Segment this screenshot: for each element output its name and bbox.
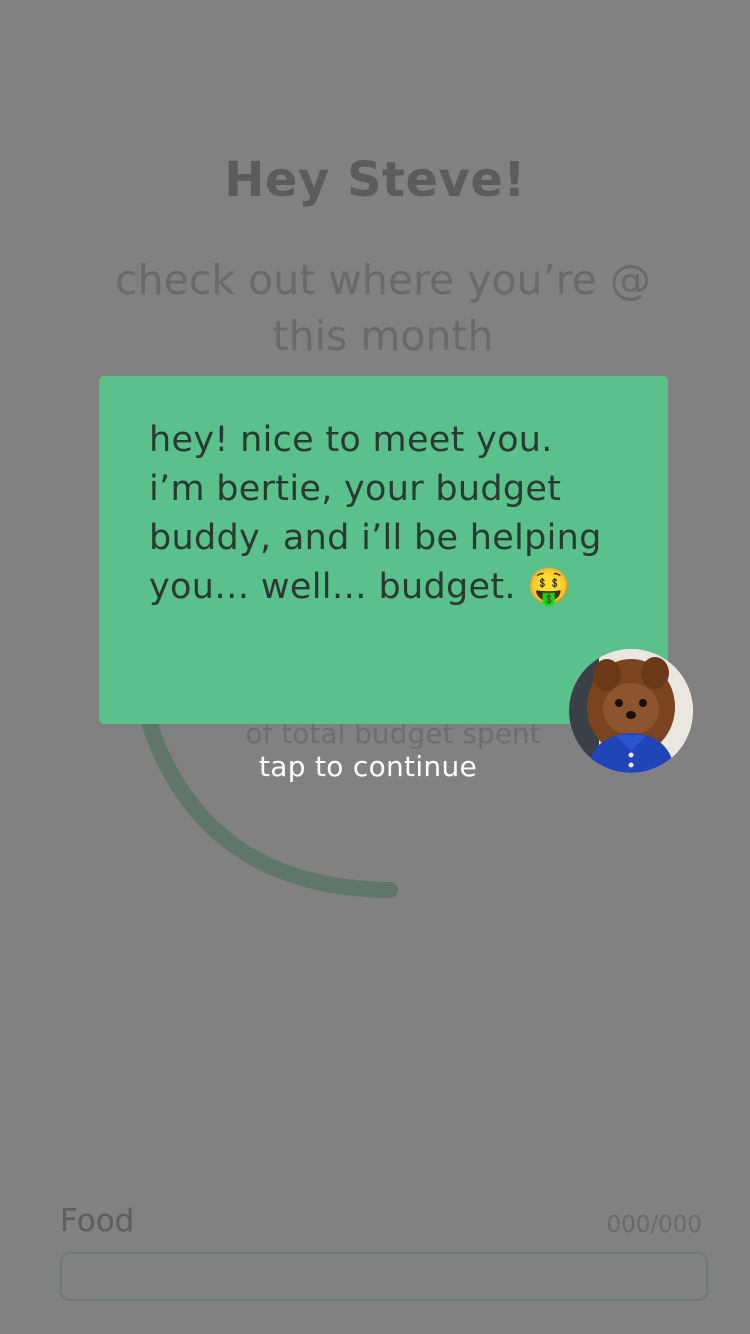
dog-avatar-illustration bbox=[569, 649, 693, 773]
month-subtitle: check out where you’re @ this month bbox=[115, 256, 651, 360]
category-label-food: Food bbox=[60, 1203, 135, 1239]
greeting-title: Hey Steve! bbox=[224, 152, 526, 208]
category-amount-food: 000/000 bbox=[606, 1212, 702, 1238]
onboarding-message: hey! nice to meet you. i’m bertie, your … bbox=[149, 420, 602, 607]
budget-screen: Hey Steve! check out where you’re @ this… bbox=[0, 0, 750, 1334]
dog-avatar-icon bbox=[569, 649, 693, 773]
category-progress-bar-food[interactable] bbox=[60, 1252, 708, 1301]
tap-to-continue-hint[interactable]: tap to continue bbox=[170, 750, 566, 783]
